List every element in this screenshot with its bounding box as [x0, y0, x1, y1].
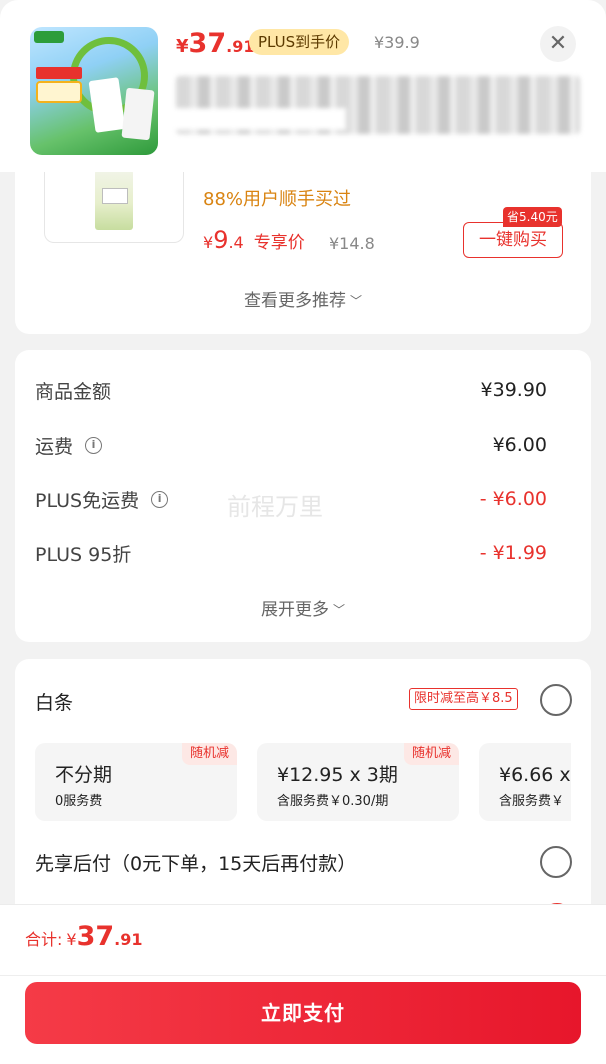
- plus-price-label: PLUS到手价: [249, 29, 350, 55]
- pay-now-button[interactable]: 立即支付: [25, 982, 581, 1044]
- installment-options: 不分期 0服务费 随机减 ¥12.95 x 3期 含服务费￥0.30/期 随机减…: [35, 743, 571, 823]
- original-price: ¥39.9: [374, 33, 420, 52]
- watermark: 前程万里: [227, 493, 323, 521]
- promo-tag: 限时减至高￥8.5: [409, 688, 518, 710]
- random-discount-badge: 随机减: [181, 743, 237, 765]
- recommend-price: ¥9.4 专享价: [203, 226, 305, 254]
- save-badge: 省5.40元: [503, 207, 562, 227]
- info-icon[interactable]: i: [151, 490, 169, 508]
- random-discount-badge: 随机减: [403, 743, 459, 765]
- price-currency: ¥: [176, 36, 189, 57]
- product-header: ¥37.91 PLUS到手价 ¥39.9 ✕: [0, 0, 606, 172]
- close-icon: ✕: [548, 31, 568, 56]
- row-shipping: 运费 i ¥6.00: [35, 434, 547, 458]
- info-icon[interactable]: i: [85, 436, 103, 454]
- product-image: [30, 27, 158, 155]
- baitiao-title: 白条: [35, 692, 74, 714]
- exclusive-price-tag: 专享价: [253, 233, 305, 253]
- row-plus-discount: PLUS 95折 - ¥1.99: [35, 542, 547, 566]
- chevron-down-icon: ﹀: [349, 294, 362, 308]
- row-goods-amount: 商品金额 ¥39.90: [35, 379, 547, 403]
- total-amount: 合计: ¥37.91: [25, 921, 143, 952]
- one-click-buy-button[interactable]: 一键购买: [463, 222, 563, 258]
- plus-price: ¥37.91: [176, 28, 254, 60]
- close-button[interactable]: ✕: [540, 26, 576, 62]
- more-recommendations-link[interactable]: 查看更多推荐 ﹀: [15, 286, 591, 311]
- installment-option-none[interactable]: 不分期 0服务费 随机减: [35, 743, 237, 821]
- price-integer: 37: [188, 28, 227, 59]
- amount-summary-card: 商品金额 ¥39.90 运费 i ¥6.00 PLUS免运费 i - ¥6.00 前…: [15, 350, 591, 642]
- expand-more-link[interactable]: 展开更多 ﹀: [15, 595, 591, 620]
- bnpl-radio[interactable]: [540, 846, 572, 878]
- checkout-footer: 合计: ¥37.91 立即支付: [0, 905, 606, 1064]
- chevron-down-icon: ﹀: [332, 603, 345, 617]
- product-title-blurred: [176, 76, 580, 134]
- recommend-original-price: ¥14.8: [329, 234, 375, 253]
- buy-now-pay-later-label: 先享后付（0元下单，15天后再付款）: [35, 853, 357, 875]
- installment-option-3[interactable]: ¥12.95 x 3期 含服务费￥0.30/期 随机减: [257, 743, 459, 821]
- baitiao-radio[interactable]: [540, 684, 572, 716]
- bought-together-text: 88%用户顺手买过: [203, 189, 352, 210]
- installment-option-6[interactable]: ¥6.66 x 6期 含服务费￥: [479, 743, 571, 821]
